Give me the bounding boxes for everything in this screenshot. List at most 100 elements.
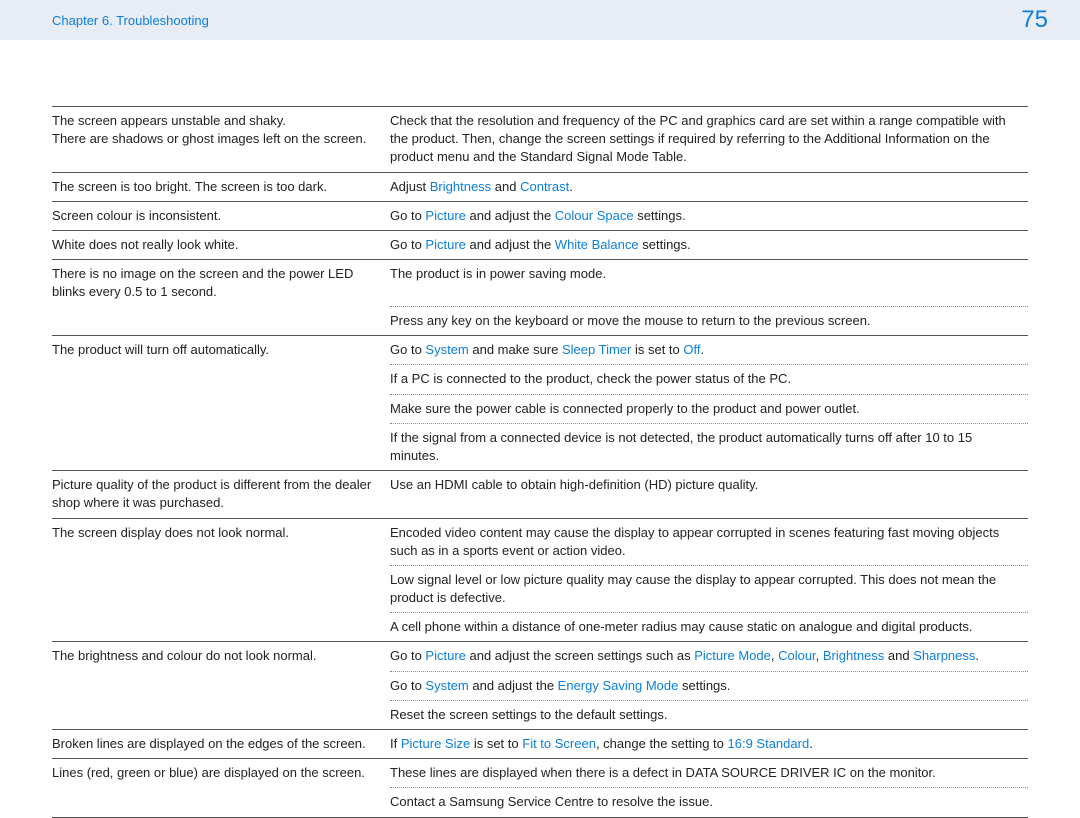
solution-cell: Check that the resolution and frequency … xyxy=(390,107,1028,173)
bottom-rule xyxy=(52,817,1028,818)
issue-text: The brightness and colour do not look no… xyxy=(52,648,317,663)
solution-text: , change the setting to xyxy=(596,736,728,751)
table-row: The screen appears unstable and shaky.Th… xyxy=(52,107,1028,173)
solution-text: . xyxy=(701,342,705,357)
solution-text: These lines are displayed when there is … xyxy=(390,765,936,780)
solution-cell: Encoded video content may cause the disp… xyxy=(390,518,1028,565)
table-row: Broken lines are displayed on the edges … xyxy=(52,730,1028,759)
table-row: Lines (red, green or blue) are displayed… xyxy=(52,759,1028,788)
solution-text: The product is in power saving mode. xyxy=(390,266,606,281)
table-row: Reset the screen settings to the default… xyxy=(52,700,1028,729)
solution-cell: A cell phone within a distance of one-me… xyxy=(390,613,1028,642)
issue-cell: The product will turn off automatically. xyxy=(52,336,390,365)
menu-term: 16:9 Standard xyxy=(728,736,810,751)
solution-text: settings. xyxy=(678,678,730,693)
solution-text: Adjust xyxy=(390,179,430,194)
issue-cell: The screen is too bright. The screen is … xyxy=(52,172,390,201)
issue-cell: The brightness and colour do not look no… xyxy=(52,642,390,671)
menu-term: Sleep Timer xyxy=(562,342,631,357)
solution-text: Go to xyxy=(390,678,425,693)
solution-cell: Adjust Brightness and Contrast. xyxy=(390,172,1028,201)
issue-text: The product will turn off automatically. xyxy=(52,342,269,357)
issue-cell: Screen colour is inconsistent. xyxy=(52,201,390,230)
solution-text: If xyxy=(390,736,401,751)
issue-text: Broken lines are displayed on the edges … xyxy=(52,736,366,751)
issue-cell: The screen display does not look normal. xyxy=(52,518,390,565)
solution-cell: Low signal level or low picture quality … xyxy=(390,565,1028,612)
table-row: A cell phone within a distance of one-me… xyxy=(52,613,1028,642)
table-row: Low signal level or low picture quality … xyxy=(52,565,1028,612)
content-area: The screen appears unstable and shaky. Th… xyxy=(0,40,1080,818)
solution-text: Go to xyxy=(390,237,425,252)
solution-text: is set to xyxy=(470,736,522,751)
issue-cell-empty xyxy=(52,394,390,423)
issue-text: Picture quality of the product is differ… xyxy=(52,477,371,510)
table-row: The product will turn off automatically.… xyxy=(52,336,1028,365)
solution-text: Make sure the power cable is connected p… xyxy=(390,401,860,416)
issue-cell-empty xyxy=(52,365,390,394)
table-row: Make sure the power cable is connected p… xyxy=(52,394,1028,423)
issue-cell-empty xyxy=(52,613,390,642)
menu-term: Sharpness xyxy=(913,648,975,663)
solution-text: Encoded video content may cause the disp… xyxy=(390,525,999,558)
table-row: If a PC is connected to the product, che… xyxy=(52,365,1028,394)
solution-text: Low signal level or low picture quality … xyxy=(390,572,996,605)
solution-cell: If Picture Size is set to Fit to Screen,… xyxy=(390,730,1028,759)
page-number: 75 xyxy=(1021,6,1048,34)
solution-cell: Make sure the power cable is connected p… xyxy=(390,394,1028,423)
menu-term: System xyxy=(425,342,468,357)
solution-text: If the signal from a connected device is… xyxy=(390,430,972,463)
menu-term: Picture Size xyxy=(401,736,470,751)
solution-text: Reset the screen settings to the default… xyxy=(390,707,668,722)
menu-term: Picture xyxy=(425,208,465,223)
issue-cell: Lines (red, green or blue) are displayed… xyxy=(52,759,390,788)
table-row: Press any key on the keyboard or move th… xyxy=(52,307,1028,336)
issue-cell: There is no image on the screen and the … xyxy=(52,260,390,307)
table-row: White does not really look white.Go to P… xyxy=(52,230,1028,259)
issue-cell: The screen appears unstable and shaky.Th… xyxy=(52,107,390,173)
menu-term: System xyxy=(425,678,468,693)
solution-text: Go to xyxy=(390,342,425,357)
menu-term: Picture xyxy=(425,648,465,663)
solution-cell: Go to Picture and adjust the screen sett… xyxy=(390,642,1028,671)
issue-text: The screen appears unstable and shaky. xyxy=(52,113,286,128)
solution-text: A cell phone within a distance of one-me… xyxy=(390,619,972,634)
solution-text: and adjust the screen settings such as xyxy=(466,648,694,663)
solution-cell: Use an HDMI cable to obtain high-definit… xyxy=(390,471,1028,518)
solution-text: Use an HDMI cable to obtain high-definit… xyxy=(390,477,758,492)
solution-text: is set to xyxy=(631,342,683,357)
table-row: There is no image on the screen and the … xyxy=(52,260,1028,307)
solution-text: , xyxy=(816,648,823,663)
solution-text: . xyxy=(569,179,573,194)
menu-term: Off xyxy=(683,342,700,357)
issue-text: Screen colour is inconsistent. xyxy=(52,208,221,223)
issue-cell-empty xyxy=(52,788,390,817)
issue-text: The screen display does not look normal. xyxy=(52,525,289,540)
issue-cell-empty xyxy=(52,671,390,700)
page-header: Chapter 6. Troubleshooting 75 xyxy=(0,0,1080,40)
issue-cell-empty xyxy=(52,423,390,470)
menu-term: Colour xyxy=(778,648,816,663)
table-row: Contact a Samsung Service Centre to reso… xyxy=(52,788,1028,817)
solution-text: , xyxy=(771,648,778,663)
issue-cell: White does not really look white. xyxy=(52,230,390,259)
table-row: Picture quality of the product is differ… xyxy=(52,471,1028,518)
solution-text: Go to xyxy=(390,648,425,663)
menu-term: Energy Saving Mode xyxy=(558,678,679,693)
solution-text: and xyxy=(884,648,913,663)
issue-text: The screen is too bright. The screen is … xyxy=(52,179,327,194)
solution-text: and make sure xyxy=(469,342,562,357)
solution-cell: Go to System and adjust the Energy Savin… xyxy=(390,671,1028,700)
solution-text: settings. xyxy=(639,237,691,252)
solution-text: Contact a Samsung Service Centre to reso… xyxy=(390,794,713,809)
menu-term: Brightness xyxy=(823,648,884,663)
issue-cell-empty xyxy=(52,700,390,729)
solution-text: Go to xyxy=(390,208,425,223)
table-row: Screen colour is inconsistent. Go to Pict… xyxy=(52,201,1028,230)
solution-text: If a PC is connected to the product, che… xyxy=(390,371,791,386)
solution-text: settings. xyxy=(634,208,686,223)
issue-text: Lines (red, green or blue) are displayed… xyxy=(52,765,365,780)
solution-text: . xyxy=(975,648,979,663)
solution-text: and adjust the xyxy=(469,678,558,693)
solution-cell: Reset the screen settings to the default… xyxy=(390,700,1028,729)
